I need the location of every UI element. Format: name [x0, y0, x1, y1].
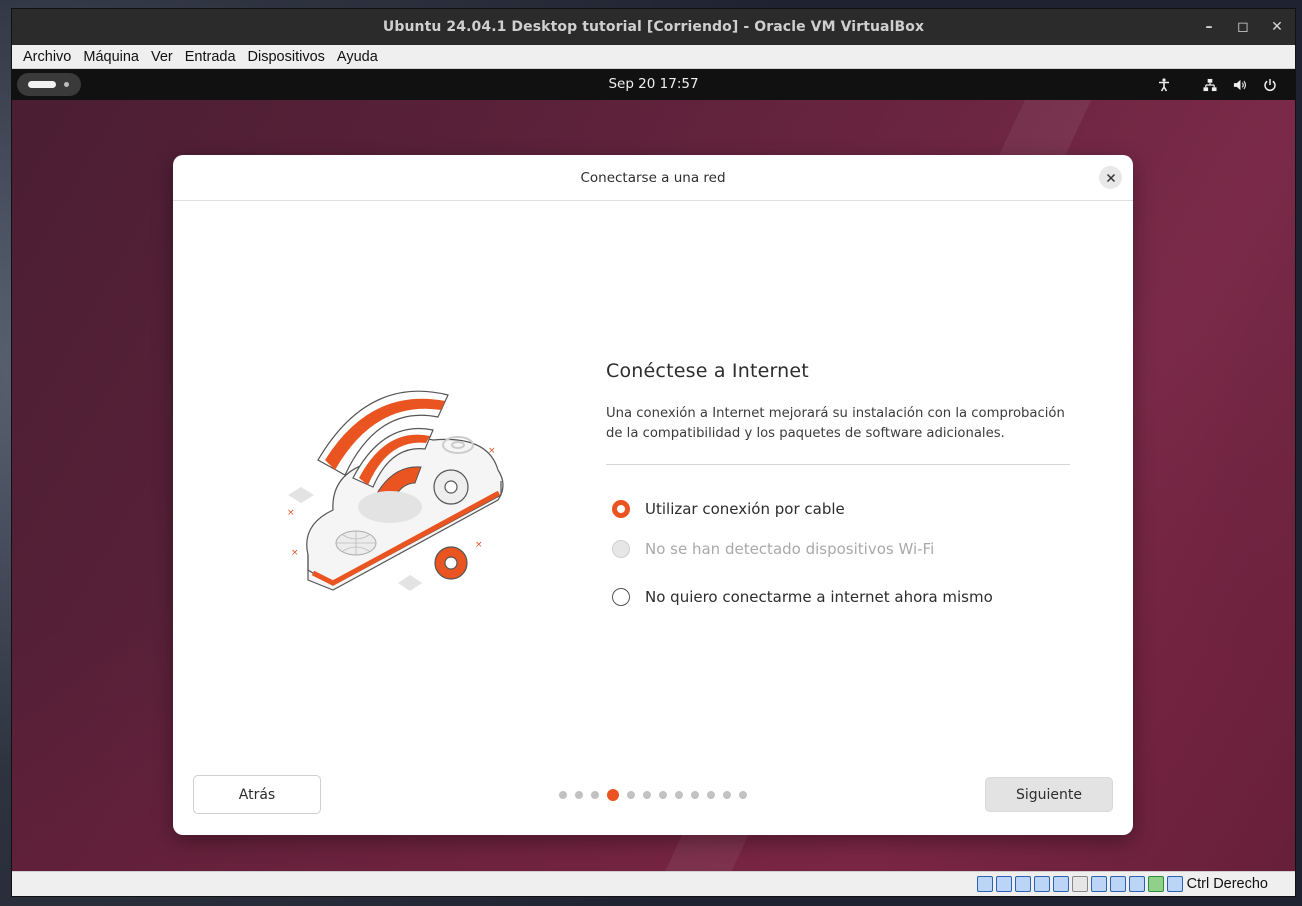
step-dot: [707, 791, 715, 799]
radio-button-disabled: [612, 540, 630, 558]
mouse-integration-icon[interactable]: [1167, 876, 1183, 892]
statusbar: Ctrl Derecho: [12, 871, 1295, 896]
page-description: Una conexión a Internet mejorará su inst…: [606, 406, 1065, 441]
step-dot: [575, 791, 583, 799]
maximize-icon[interactable]: ◻: [1237, 19, 1249, 35]
power-icon[interactable]: [1263, 78, 1277, 92]
display-icon[interactable]: [1091, 876, 1107, 892]
device-status-icons: [977, 876, 1183, 892]
step-dot: [675, 791, 683, 799]
volume-icon[interactable]: [1233, 78, 1247, 92]
step-dot: [591, 791, 599, 799]
guest-screen[interactable]: Sep 20 17:57 Conectarse a una red × × × …: [12, 69, 1295, 871]
divider: [606, 464, 1070, 465]
step-dot: [643, 791, 651, 799]
svg-text:×: ×: [291, 548, 299, 558]
dialog-close-button[interactable]: [1099, 166, 1122, 189]
audio-icon[interactable]: [1015, 876, 1031, 892]
guest-additions-icon[interactable]: [1148, 876, 1164, 892]
optical-drive-icon[interactable]: [996, 876, 1012, 892]
minimize-icon[interactable]: –: [1203, 19, 1215, 35]
radio-button[interactable]: [612, 588, 630, 606]
option-wired-connection[interactable]: Utilizar conexión por cable: [606, 489, 1071, 529]
connection-options: Utilizar conexión por cable No se han de…: [606, 489, 1071, 617]
hard-disk-icon[interactable]: [977, 876, 993, 892]
next-button[interactable]: Siguiente: [985, 777, 1113, 812]
radio-button-checked[interactable]: [612, 500, 630, 518]
option-label: Utilizar conexión por cable: [645, 500, 845, 518]
shared-folders-icon[interactable]: [1072, 876, 1088, 892]
svg-text:×: ×: [475, 540, 483, 550]
svg-text:×: ×: [287, 508, 295, 518]
menu-entrada[interactable]: Entrada: [179, 49, 242, 65]
menu-ver[interactable]: Ver: [145, 49, 179, 65]
back-button[interactable]: Atrás: [193, 775, 321, 814]
option-label: No se han detectado dispositivos Wi-Fi: [645, 540, 935, 558]
virtualbox-window: Ubuntu 24.04.1 Desktop tutorial [Corrien…: [12, 9, 1295, 896]
accessibility-icon[interactable]: [1157, 77, 1171, 92]
dialog-content: Conéctese a Internet Una conexión a Inte…: [606, 360, 1071, 617]
gnome-top-bar: Sep 20 17:57: [12, 69, 1295, 100]
menu-dispositivos[interactable]: Dispositivos: [242, 49, 331, 65]
recording-icon[interactable]: [1110, 876, 1126, 892]
usb-icon[interactable]: [1053, 876, 1069, 892]
step-indicator: [559, 789, 747, 801]
menu-ayuda[interactable]: Ayuda: [331, 49, 384, 65]
page-heading: Conéctese a Internet: [606, 360, 809, 382]
installer-dialog: Conectarse a una red × × × × Conéctese a…: [173, 155, 1133, 835]
step-dot: [723, 791, 731, 799]
option-wifi-connection: No se han detectado dispositivos Wi-Fi: [606, 529, 1071, 569]
clock[interactable]: Sep 20 17:57: [12, 69, 1295, 100]
step-dot: [559, 791, 567, 799]
network-icon[interactable]: [1203, 78, 1217, 92]
window-title: Ubuntu 24.04.1 Desktop tutorial [Corrien…: [382, 19, 925, 35]
close-icon[interactable]: ✕: [1271, 19, 1283, 35]
step-dot: [691, 791, 699, 799]
option-no-connection[interactable]: No quiero conectarme a internet ahora mi…: [606, 577, 1071, 617]
option-label: No quiero conectarme a internet ahora mi…: [645, 588, 993, 606]
window-controls: – ◻ ✕: [1203, 9, 1283, 45]
host-key-label: Ctrl Derecho: [1186, 876, 1268, 892]
dialog-header: Conectarse a una red: [173, 155, 1133, 201]
dialog-title: Conectarse a una red: [580, 169, 726, 186]
close-icon: [1106, 173, 1115, 182]
menu-maquina[interactable]: Máquina: [77, 49, 145, 65]
menubar: Archivo Máquina Ver Entrada Dispositivos…: [12, 45, 1295, 69]
window-titlebar[interactable]: Ubuntu 24.04.1 Desktop tutorial [Corrien…: [12, 9, 1295, 45]
internet-cloud-illustration: × × × ×: [287, 390, 504, 591]
svg-text:×: ×: [488, 446, 496, 456]
step-dot: [659, 791, 667, 799]
step-dot: [739, 791, 747, 799]
menu-archivo[interactable]: Archivo: [17, 49, 77, 65]
cpu-icon[interactable]: [1129, 876, 1145, 892]
step-dot-current: [607, 789, 619, 801]
network-adapter-icon[interactable]: [1034, 876, 1050, 892]
system-tray[interactable]: [1157, 69, 1277, 100]
step-dot: [627, 791, 635, 799]
